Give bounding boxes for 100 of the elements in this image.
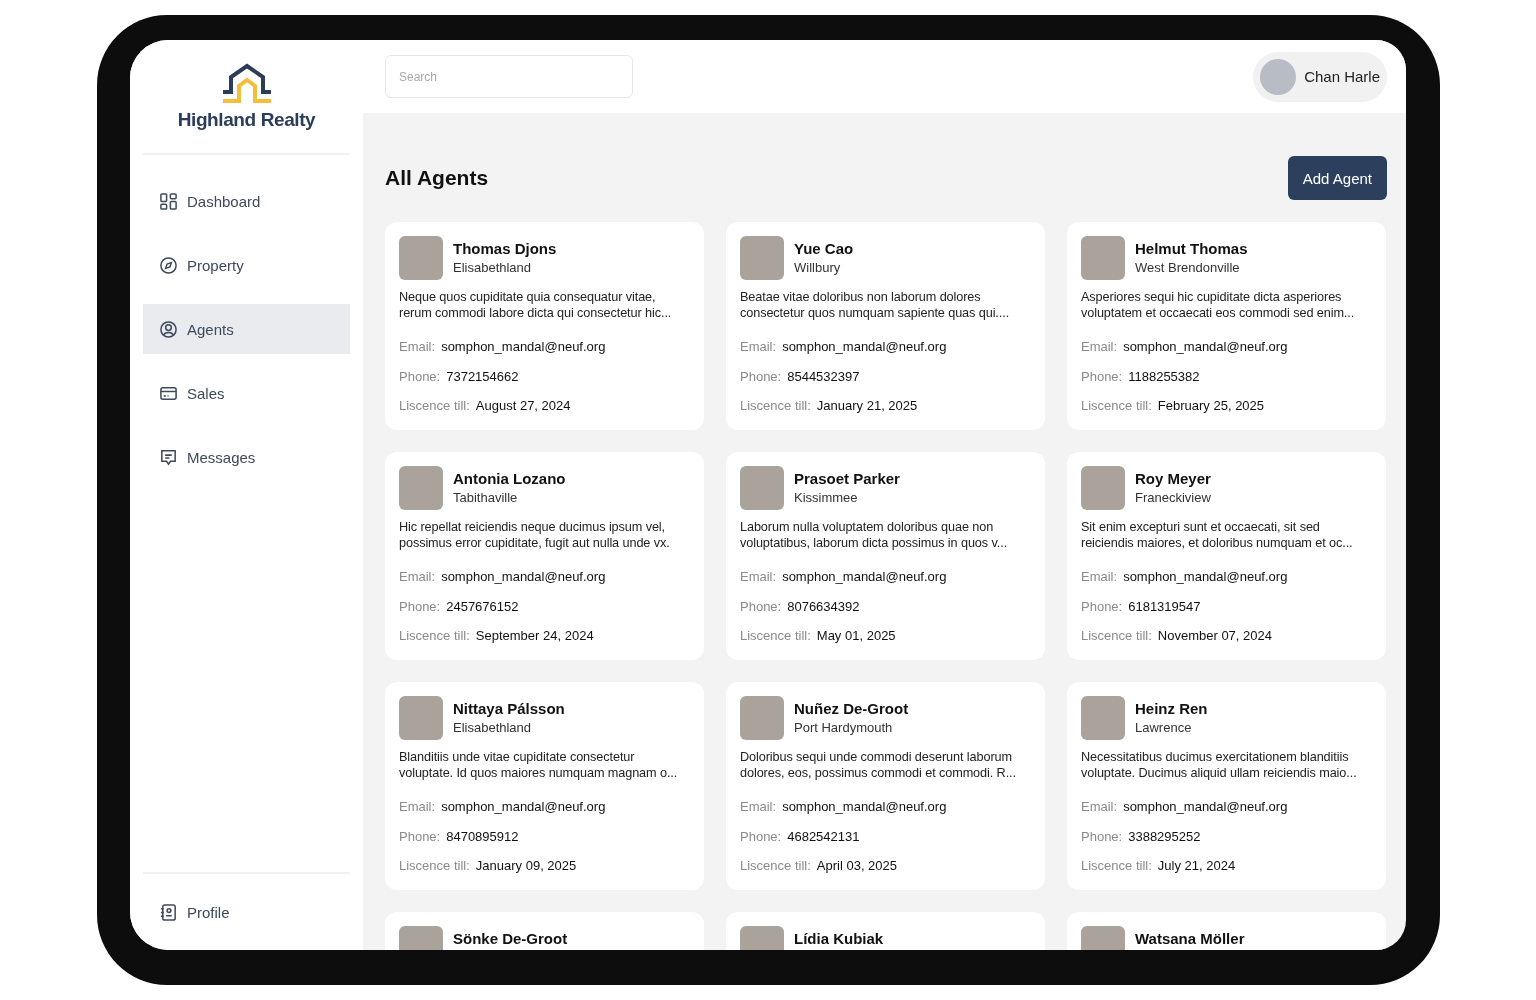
avatar-placeholder: [1260, 58, 1297, 95]
field-label: Phone:: [740, 368, 782, 384]
licence-date: July 21, 2024: [1157, 858, 1236, 873]
sidebar-item[interactable]: Agents: [143, 304, 350, 354]
agent-description: Asperiores sequi hic cupiditate dicta asperiores voluptatem et occaecati eos commodi sed enim...: [1081, 290, 1356, 321]
photo-placeholder: [399, 696, 443, 740]
licence-date: May 01, 2025: [816, 628, 896, 643]
agent-name: Nittaya Pálsson: [453, 700, 565, 717]
field-label: Phone:: [740, 598, 782, 614]
agent-email: somphon_mandal@neuf.org: [782, 799, 947, 814]
agent-location: Willbury: [794, 260, 842, 275]
licence-date: November 07, 2024: [1157, 628, 1272, 643]
agent-name: Heinz Ren: [1135, 700, 1208, 717]
photo-placeholder: [399, 466, 443, 510]
agent-phone: 8544532397: [787, 368, 860, 384]
field-label: Email:: [399, 339, 436, 354]
field-label: Phone:: [1081, 828, 1123, 844]
agent-phone: 7372154662: [446, 368, 519, 384]
agent-location: Franeckiview: [1135, 490, 1211, 505]
agent-email: somphon_mandal@neuf.org: [1123, 339, 1288, 354]
agent-location: Lawrence: [1135, 720, 1193, 735]
contact-book-icon: [159, 902, 178, 922]
agent-phone: 2457676152: [446, 598, 519, 614]
agent-name: Helmut Thomas: [1135, 240, 1248, 257]
field-label: Phone:: [1081, 598, 1123, 614]
field-label: Email:: [1081, 339, 1118, 354]
field-label: Email:: [399, 569, 436, 584]
licence-date: September 24, 2024: [475, 628, 594, 643]
field-label: Liscence till:: [1081, 628, 1152, 643]
field-label: Liscence till:: [399, 398, 470, 413]
user-name: Chan Harle: [1304, 68, 1380, 85]
field-label: Phone:: [399, 598, 441, 614]
agent-location: Port Hardymouth: [794, 720, 894, 735]
agent-phone: 4682542131: [787, 828, 860, 844]
message-icon: [159, 447, 178, 467]
dashboard-grid-icon: [159, 191, 178, 211]
agent-description: Laborum nulla voluptatem doloribus quae non voluptatibus, laborum dicta possimus in quos v...: [740, 520, 1009, 551]
field-label: Email:: [740, 339, 777, 354]
agent-description: Doloribus sequi unde commodi deserunt laborum dolores, eos, possimus commodi et commodi. R...: [740, 750, 1017, 781]
field-label: Email:: [1081, 569, 1118, 584]
agent-name: Yue Cao: [794, 240, 854, 257]
agent-location: West Brendonville: [1135, 260, 1241, 275]
agent-description: Neque quos cupiditate quia consequatur vitae, rerum commodi labore dicta qui consectetur hic...: [399, 290, 673, 321]
field-label: Email:: [1081, 799, 1118, 814]
agent-email: somphon_mandal@neuf.org: [1123, 799, 1288, 814]
photo-placeholder: [1081, 466, 1125, 510]
field-label: Phone:: [399, 368, 441, 384]
photo-placeholder: [740, 466, 784, 510]
agent-name: Thomas Djons: [453, 240, 557, 257]
field-label: Liscence till:: [740, 398, 811, 413]
sidebar-item[interactable]: Dashboard: [143, 176, 350, 226]
licence-date: August 27, 2024: [475, 398, 571, 413]
licence-date: February 25, 2025: [1157, 398, 1265, 413]
photo-placeholder: [399, 236, 443, 280]
field-label: Email:: [399, 799, 436, 814]
page-title: All Agents: [385, 166, 489, 190]
agent-description: Blanditiis unde vitae cupiditate consectetur voluptate. Id quos maiores numquam magnam o...: [399, 750, 679, 781]
field-label: Liscence till:: [1081, 858, 1152, 873]
sidebar-item[interactable]: Sales: [143, 368, 350, 418]
add-agent-button[interactable]: Add Agent: [1287, 156, 1387, 200]
user-chip[interactable]: Chan Harle: [1253, 51, 1387, 102]
field-label: Liscence till:: [740, 628, 811, 643]
field-label: Phone:: [1081, 368, 1123, 384]
field-label: Phone:: [740, 828, 782, 844]
agent-location: Tabithaville: [453, 490, 519, 505]
agent-email: somphon_mandal@neuf.org: [782, 569, 947, 584]
agent-name: Antonia Lozano: [453, 470, 566, 487]
licence-date: January 09, 2025: [475, 858, 577, 873]
field-label: Liscence till:: [399, 858, 470, 873]
agent-phone: 6181319547: [1128, 598, 1201, 614]
agent-name: Roy Meyer: [1135, 470, 1211, 487]
agent-description: Necessitatibus ducimus exercitationem blanditiis voluptate. Ducimus aliquid ullam reiciendis maio...: [1081, 750, 1358, 781]
sidebar-item[interactable]: Messages: [143, 432, 350, 482]
sidebar-item[interactable]: Property: [143, 240, 350, 290]
agent-description: Beatae vitae doloribus non laborum dolores consectetur quos numquam sapiente quas qui....: [740, 290, 1011, 321]
agent-phone: 3388295252: [1128, 828, 1201, 844]
agent-phone: 1188255382: [1128, 368, 1200, 384]
agent-email: somphon_mandal@neuf.org: [782, 339, 947, 354]
agent-description: Sit enim excepturi sunt et occaecati, sit sed reiciendis maiores, et doloribus numquam et oc...: [1081, 520, 1354, 551]
agent-email: somphon_mandal@neuf.org: [441, 569, 606, 584]
photo-placeholder: [740, 696, 784, 740]
agent-name: Sönke De-Groot: [453, 930, 568, 947]
agent-email: somphon_mandal@neuf.org: [441, 339, 606, 354]
field-label: Email:: [740, 569, 777, 584]
agent-name: Lídia Kubiak: [794, 930, 884, 947]
agent-location: Elisabethland: [453, 260, 533, 275]
sidebar-item[interactable]: Profile: [143, 887, 350, 937]
agent-name: Nuñez De-Groot: [794, 700, 909, 717]
agent-location: Elisabethland: [453, 720, 533, 735]
agent-name: Prasoet Parker: [794, 470, 900, 487]
field-label: Phone:: [399, 828, 441, 844]
agent-phone: 8076634392: [787, 598, 860, 614]
field-label: Email:: [740, 799, 777, 814]
photo-placeholder: [740, 236, 784, 280]
user-circle-icon: [159, 319, 178, 339]
agent-phone: 8470895912: [446, 828, 519, 844]
agent-name: Watsana Möller: [1135, 930, 1245, 947]
licence-date: April 03, 2025: [816, 858, 898, 873]
agent-description: Hic repellat reiciendis neque ducimus ipsum vel, possimus error cupiditate, fugit aut nulla unde vx.: [399, 520, 671, 551]
search-field[interactable]: Search: [385, 55, 633, 98]
